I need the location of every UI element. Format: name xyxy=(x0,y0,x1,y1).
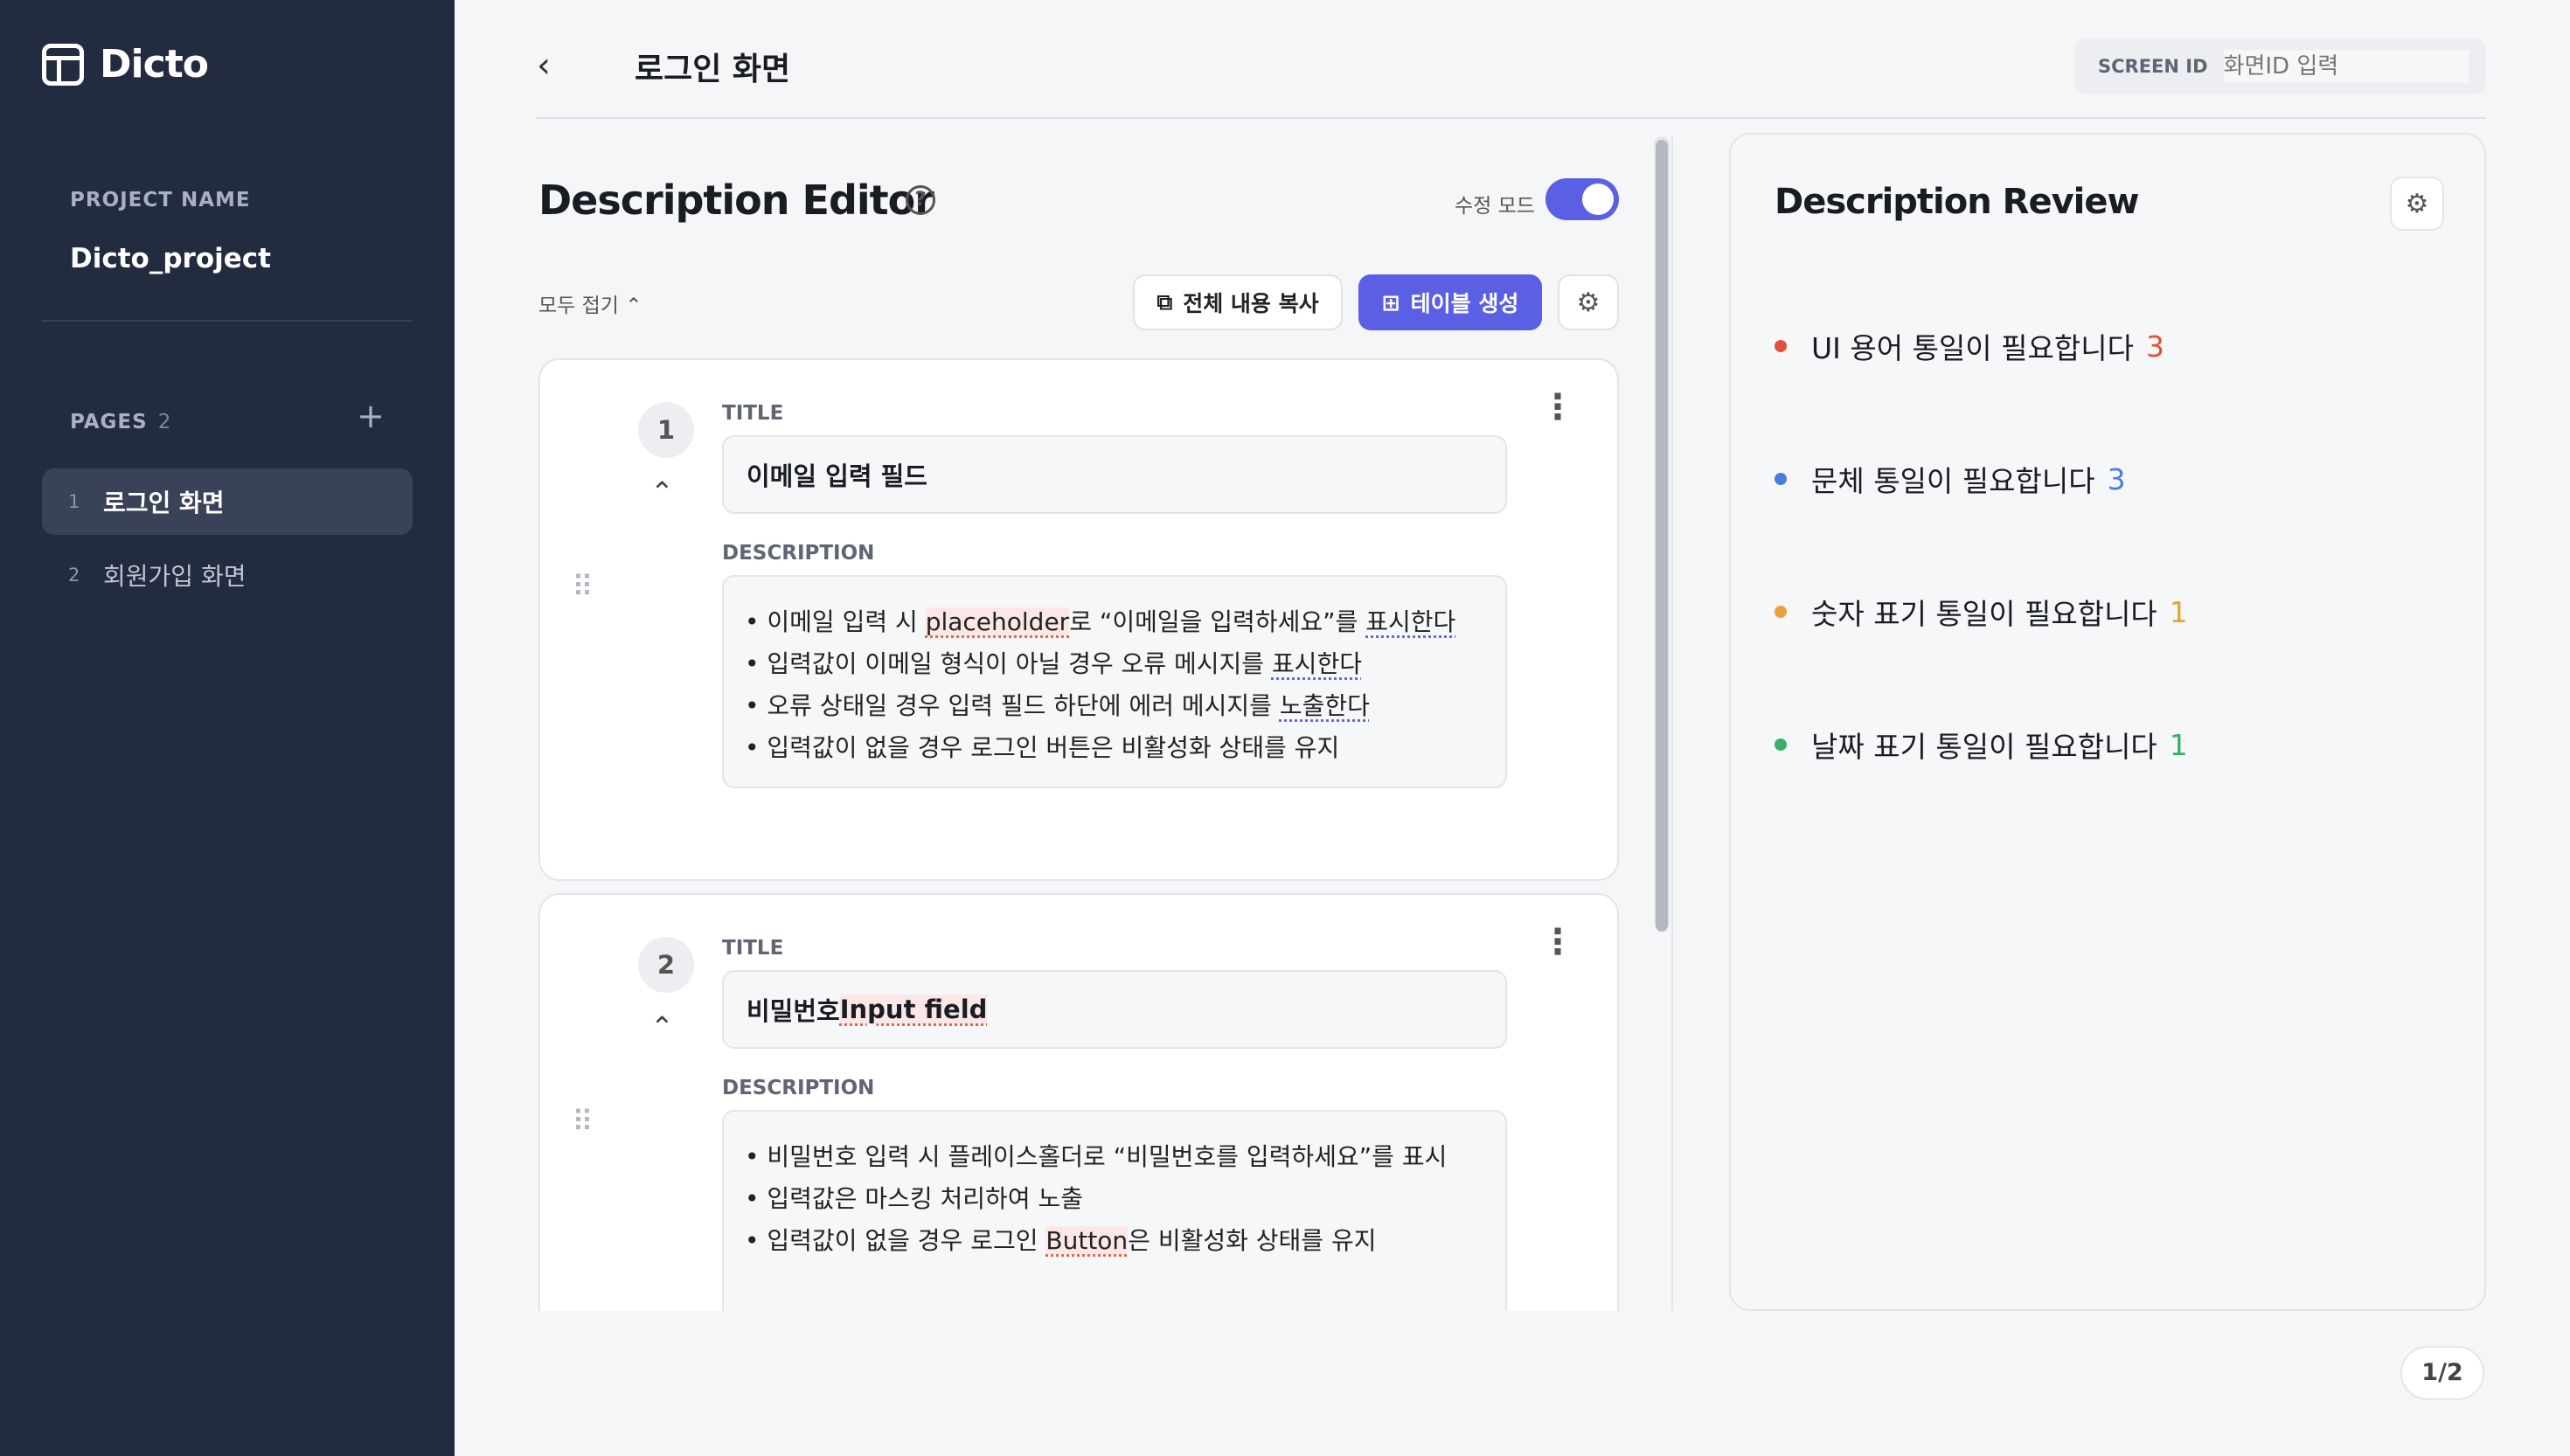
scrollbar-thumb[interactable] xyxy=(1656,140,1668,932)
description-line: • 입력값이 없을 경우 로그인 버튼은 비활성화 상태를 유지 xyxy=(745,733,1340,762)
gear-icon: ⚙ xyxy=(2405,189,2429,219)
pages-label: PAGES 2 xyxy=(70,411,172,433)
header: ‹ 로그인 화면 SCREEN ID xyxy=(537,0,2486,119)
sidebar-page-signup[interactable]: 2 회원가입 화면 xyxy=(42,542,413,608)
back-button[interactable]: ‹ xyxy=(537,44,580,87)
table-icon: ⊞ xyxy=(1381,289,1400,315)
toggle-knob xyxy=(1582,184,1614,215)
title-label: TITLE xyxy=(722,402,784,425)
screen-id-field: SCREEN ID xyxy=(2075,38,2486,94)
review-item[interactable]: 숫자 표기 통일이 필요합니다 1 xyxy=(1775,591,2188,633)
review-count: 3 xyxy=(2107,461,2126,496)
description-editor: Description Editor ? 수정 모드 모두 접기 ⌃ ⧉ 전체 내… xyxy=(538,131,1619,1311)
project-name-label: PROJECT NAME xyxy=(70,189,251,211)
copy-all-button[interactable]: ⧉ 전체 내용 복사 xyxy=(1133,274,1343,330)
create-table-button[interactable]: ⊞ 테이블 생성 xyxy=(1358,274,1542,330)
drag-handle-icon[interactable]: ⠿ xyxy=(572,1107,594,1137)
page-title: 로그인 화면 xyxy=(635,52,791,87)
screen-id-input[interactable] xyxy=(2223,50,2469,83)
review-item[interactable]: 날짜 표기 통일이 필요합니다 1 xyxy=(1775,724,2188,766)
page-number: 1 xyxy=(68,491,80,512)
item-number: 1 xyxy=(638,402,694,458)
status-dot xyxy=(1775,738,1787,751)
help-icon[interactable]: ? xyxy=(906,185,935,215)
edit-mode-toggle[interactable] xyxy=(1545,178,1619,220)
pages-count: 2 xyxy=(157,411,172,433)
panel-divider xyxy=(1671,136,1673,1311)
chevron-up-icon: ⌃ xyxy=(650,1010,674,1043)
editor-settings-button[interactable]: ⚙ xyxy=(1558,274,1619,330)
description-input[interactable]: • 이메일 입력 시 placeholder로 “이메일을 입력하세요”를 표시… xyxy=(722,575,1507,788)
edit-mode-label: 수정 모드 xyxy=(1455,195,1535,218)
item-number: 2 xyxy=(638,937,694,993)
review-count: 1 xyxy=(2169,594,2188,629)
page-indicator[interactable]: 1/2 xyxy=(2400,1346,2484,1400)
page-label: 회원가입 화면 xyxy=(103,562,247,591)
sidebar-page-login[interactable]: 1 로그인 화면 xyxy=(42,468,413,535)
status-dot xyxy=(1775,340,1787,352)
more-options-button[interactable]: ⋮ xyxy=(1540,925,1575,960)
page-label: 로그인 화면 xyxy=(103,489,225,517)
add-page-button[interactable]: + xyxy=(353,399,388,433)
description-line: • 오류 상태일 경우 입력 필드 하단에 에러 메시지를 노출한다 xyxy=(745,691,1370,720)
description-input[interactable]: • 비밀번호 입력 시 플레이스홀더로 “비밀번호를 입력하세요”를 표시 • … xyxy=(722,1110,1507,1311)
collapse-item-button[interactable]: ⌃ xyxy=(650,475,674,509)
description-label: DESCRIPTION xyxy=(722,542,875,565)
chevron-up-icon: ⌃ xyxy=(625,295,642,317)
project-name[interactable]: Dicto_project xyxy=(70,243,271,274)
description-line: • 입력값이 없을 경우 로그인 Button은 비활성화 상태를 유지 xyxy=(745,1226,1377,1255)
description-card: ⠿ 1 ⌃ ⋮ TITLE 이메일 입력 필드 DESCRIPTION • 이메… xyxy=(538,358,1619,881)
description-line: • 입력값이 이메일 형식이 아닐 경우 오류 메시지를 표시한다 xyxy=(745,649,1362,678)
chevron-left-icon: ‹ xyxy=(537,45,551,86)
description-line: • 이메일 입력 시 placeholder로 “이메일을 입력하세요”를 표시… xyxy=(745,607,1456,636)
description-line: • 비밀번호 입력 시 플레이스홀더로 “비밀번호를 입력하세요”를 표시 xyxy=(745,1142,1448,1171)
screen-id-label: SCREEN ID xyxy=(2098,56,2208,77)
gear-icon: ⚙ xyxy=(1576,287,1601,318)
title-input[interactable]: 비밀번호 Input field xyxy=(722,970,1507,1049)
review-count: 1 xyxy=(2169,727,2188,762)
description-card: ⠿ 2 ⌃ ⋮ TITLE 비밀번호 Input field DESCRIPTI… xyxy=(538,893,1619,1311)
more-options-button[interactable]: ⋮ xyxy=(1540,390,1575,425)
title-label: TITLE xyxy=(722,937,784,960)
description-label: DESCRIPTION xyxy=(722,1077,875,1099)
sidebar: Dicto PROJECT NAME Dicto_project PAGES 2 … xyxy=(0,0,455,1456)
page-number: 2 xyxy=(68,565,80,586)
review-title: Description Review xyxy=(1775,182,2139,222)
collapse-item-button[interactable]: ⌃ xyxy=(650,1010,674,1043)
review-item[interactable]: UI 용어 통일이 필요합니다 3 xyxy=(1775,325,2164,367)
layout-icon xyxy=(42,43,84,86)
editor-title: Description Editor xyxy=(538,177,934,224)
description-review: Description Review ⚙ UI 용어 통일이 필요합니다 3 문체… xyxy=(1729,133,2486,1311)
status-dot xyxy=(1775,606,1787,618)
review-settings-button[interactable]: ⚙ xyxy=(2390,177,2444,231)
app-name: Dicto xyxy=(100,42,209,87)
review-count: 3 xyxy=(2145,329,2164,364)
app-logo[interactable]: Dicto xyxy=(42,42,209,87)
title-input[interactable]: 이메일 입력 필드 xyxy=(722,435,1507,514)
sidebar-divider xyxy=(42,320,413,322)
description-line: • 입력값은 마스킹 처리하여 노출 xyxy=(745,1184,1083,1213)
chevron-up-icon: ⌃ xyxy=(650,475,674,509)
collapse-all-button[interactable]: 모두 접기 ⌃ xyxy=(538,288,642,318)
drag-handle-icon[interactable]: ⠿ xyxy=(572,572,594,602)
copy-icon: ⧉ xyxy=(1156,289,1173,315)
review-item[interactable]: 문체 통일이 필요합니다 3 xyxy=(1775,458,2126,500)
status-dot xyxy=(1775,473,1787,485)
